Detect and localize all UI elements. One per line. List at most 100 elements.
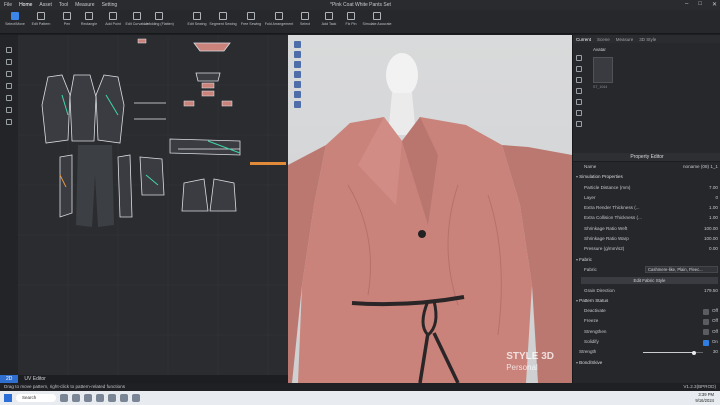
tab-current[interactable]: Current — [576, 37, 591, 42]
property-value[interactable]: 100.00 — [704, 234, 718, 244]
pattern-canvas[interactable] — [18, 35, 288, 375]
status-toggle[interactable] — [703, 308, 709, 315]
menu-measure[interactable]: Measure — [75, 2, 94, 8]
minimize-icon[interactable]: – — [685, 1, 688, 8]
pattern-piece-front-right[interactable] — [95, 74, 125, 144]
taskbar-app-icon[interactable] — [120, 394, 128, 402]
property-value[interactable]: 0.00 — [709, 244, 718, 254]
pattern-piece-sleeve-strip[interactable] — [169, 138, 241, 156]
property-section-header[interactable]: Pattern Status — [573, 296, 720, 306]
menu-tool[interactable]: Tool — [59, 2, 68, 8]
status-toggle[interactable] — [703, 339, 709, 346]
fabric-select[interactable]: Cashmere-like, Plain, Fleec... — [645, 266, 718, 274]
select-3d-tool[interactable]: Select — [292, 12, 318, 32]
avatar-icon[interactable] — [576, 55, 582, 61]
pattern-piece-pocket-left[interactable] — [139, 156, 165, 196]
notch-icon[interactable] — [6, 107, 12, 113]
tab-2d[interactable]: 2D — [0, 375, 19, 383]
garment-toggle-icon[interactable] — [294, 71, 301, 78]
tab-measure[interactable]: Measure — [616, 37, 634, 42]
segment-sewing-tool[interactable]: Segment Sewing — [209, 12, 237, 32]
view-front-icon[interactable] — [294, 41, 301, 48]
property-value[interactable]: 179.50 — [704, 286, 718, 296]
2d-pattern-window[interactable] — [18, 35, 288, 375]
taskbar-app-icon[interactable] — [108, 394, 116, 402]
fold-arrangement-tool[interactable]: Fold Arrangement — [265, 12, 293, 32]
status-toggle[interactable] — [703, 329, 709, 336]
status-toggle[interactable] — [703, 318, 709, 325]
simulate-tool[interactable]: Simulate Accurate — [363, 12, 391, 32]
button-icon[interactable] — [576, 99, 582, 105]
taskbar-search[interactable]: Search — [16, 394, 56, 402]
avatar-thumbnail[interactable] — [593, 57, 613, 83]
pattern-piece-small-1[interactable] — [137, 38, 147, 44]
add-point-tool[interactable]: Add Point — [100, 12, 126, 32]
maximize-icon[interactable]: □ — [698, 1, 702, 8]
property-section-header[interactable]: Simulation Properties — [573, 172, 720, 182]
taskbar-clock[interactable]: 3:39 PM 9/16/2024 — [695, 392, 714, 403]
3d-garment-window[interactable]: STYLE 3D Personal — [288, 35, 572, 383]
pattern-piece-tab-1[interactable] — [201, 82, 215, 89]
camera-icon[interactable] — [294, 101, 301, 108]
pattern-piece-belt[interactable] — [250, 162, 286, 165]
property-section-header[interactable]: Fabric — [573, 255, 720, 265]
pattern-piece-cuff-right[interactable] — [209, 178, 237, 212]
menu-file[interactable]: File — [4, 2, 12, 8]
transform-icon[interactable] — [6, 59, 12, 65]
taskbar-app-icon[interactable] — [72, 394, 80, 402]
taskbar-app-icon[interactable] — [84, 394, 92, 402]
fabric-icon[interactable] — [576, 88, 582, 94]
rectangle-tool[interactable]: Rectangle — [76, 12, 102, 32]
coat-button[interactable] — [418, 230, 426, 238]
pattern-piece-yoke[interactable] — [195, 72, 221, 82]
edit-fabric-style-button[interactable]: Edit Fabric Style — [581, 276, 718, 284]
property-value[interactable]: 0 — [715, 193, 718, 203]
texture-toggle-icon[interactable] — [294, 81, 301, 88]
fold-icon[interactable] — [6, 119, 12, 125]
menu-asset[interactable]: Asset — [39, 2, 52, 8]
pattern-piece-tab-3[interactable] — [183, 100, 195, 107]
pattern-piece-tab-4[interactable] — [221, 100, 233, 107]
property-value[interactable]: 100.00 — [704, 224, 718, 234]
taskbar-app-icon[interactable] — [132, 394, 140, 402]
rectangle-icon[interactable] — [6, 71, 12, 77]
pattern-piece-cuff-left[interactable] — [181, 178, 209, 212]
taskbar-app-icon[interactable] — [96, 394, 104, 402]
topstitch-icon[interactable] — [576, 110, 582, 116]
taskbar-app-icon[interactable] — [60, 394, 68, 402]
pattern-piece-back[interactable] — [69, 74, 97, 142]
edit-sewing-tool[interactable]: Edit Sewing — [184, 12, 210, 32]
view-back-icon[interactable] — [294, 51, 301, 58]
windows-start-icon[interactable] — [4, 394, 12, 402]
select-icon[interactable] — [6, 47, 12, 53]
free-sewing-tool[interactable]: Free Sewing — [238, 12, 264, 32]
slider-knob[interactable] — [692, 350, 696, 355]
edit-pattern-tool[interactable]: Edit Pattern — [28, 12, 54, 32]
3d-viewport[interactable] — [288, 35, 572, 383]
ellipse-icon[interactable] — [6, 83, 12, 89]
tab-3d-style[interactable]: 3D Style — [639, 37, 656, 42]
tab-uv-editor[interactable]: UV Editor — [18, 375, 51, 383]
strength-slider[interactable] — [643, 350, 703, 355]
property-section-header[interactable]: Bond/Skive — [573, 358, 720, 368]
internal-line-icon[interactable] — [6, 95, 12, 101]
menu-setting[interactable]: Setting — [102, 2, 118, 8]
property-value[interactable]: 1.00 — [709, 203, 718, 213]
property-value[interactable]: 7.00 — [709, 183, 718, 193]
fix-pin-tool[interactable]: Fix Pin — [338, 12, 364, 32]
property-value[interactable]: 1.00 — [709, 213, 718, 223]
sewing-toggle-icon[interactable] — [294, 91, 301, 98]
pattern-piece-tab-2[interactable] — [201, 90, 215, 97]
pose-icon[interactable] — [576, 66, 582, 72]
select-move-tool[interactable]: Select/Move — [2, 12, 28, 32]
property-value[interactable]: noname (08) 1_1 — [683, 162, 718, 172]
pattern-piece-pant-right[interactable] — [117, 154, 133, 218]
unfold-tool[interactable]: Unfolding (Flatten) — [144, 12, 174, 32]
hanger-icon[interactable] — [576, 77, 582, 83]
avatar-toggle-icon[interactable] — [294, 61, 301, 68]
close-icon[interactable]: ✕ — [712, 1, 717, 8]
tab-scene[interactable]: Scene — [597, 37, 610, 42]
menu-home[interactable]: Home — [19, 2, 32, 8]
pattern-piece-collar[interactable] — [193, 42, 231, 52]
graphic-icon[interactable] — [576, 121, 582, 127]
